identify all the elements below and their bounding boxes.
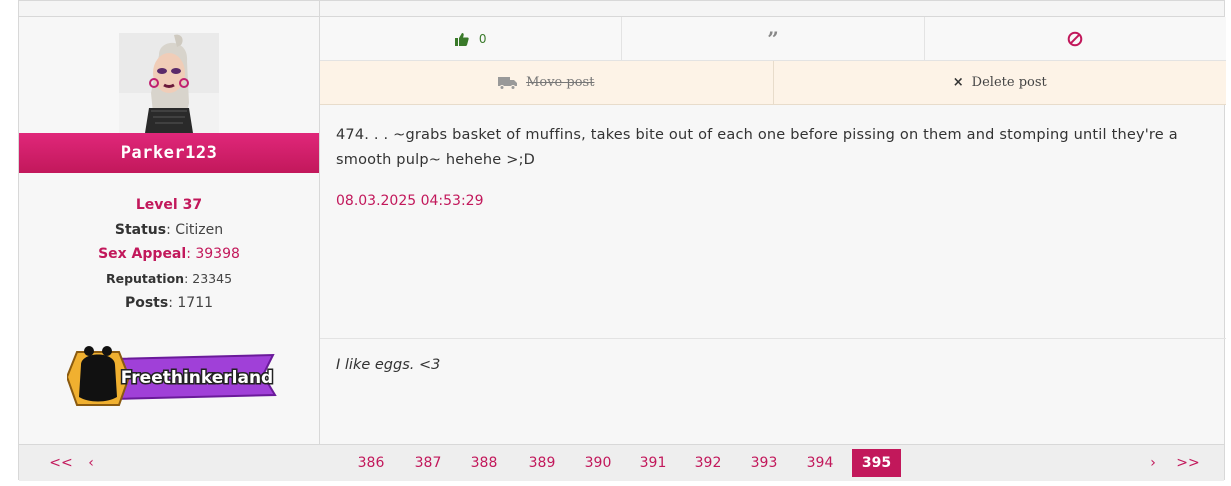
block-icon — [1068, 31, 1083, 46]
thumbs-up-icon — [454, 32, 469, 46]
previous-post-edge — [19, 1, 1224, 17]
sex-appeal-value: 39398 — [195, 246, 240, 262]
page-link[interactable]: 394 — [799, 449, 841, 477]
post-panel: 0 ” Move post × Delete post 474. . . ~gr… — [320, 17, 1226, 444]
username[interactable]: Parker123 — [121, 143, 218, 163]
user-panel: Parker123 Level 37 Status: Citizen Sex A… — [19, 17, 320, 444]
user-stats: Level 37 Status: Citizen Sex Appeal: 393… — [19, 193, 319, 316]
page-link[interactable]: 392 — [687, 449, 729, 477]
truck-icon — [498, 76, 518, 90]
posts-value: 1711 — [177, 295, 214, 311]
report-button[interactable] — [925, 17, 1226, 60]
posts-label: Posts — [124, 295, 169, 311]
moderation-bar: Move post × Delete post — [320, 61, 1226, 105]
user-level: Level 37 — [135, 197, 203, 213]
page-link[interactable]: 390 — [577, 449, 619, 477]
post-body: 474. . . ~grabs basket of muffins, takes… — [320, 105, 1226, 339]
reputation-label: Reputation — [105, 270, 185, 286]
current-page[interactable]: 395 — [852, 449, 901, 477]
group-badge-text: Freethinkerland — [121, 368, 273, 388]
move-post-label: Move post — [526, 75, 595, 90]
username-bar[interactable]: Parker123 — [19, 133, 319, 173]
avatar-image — [119, 33, 219, 133]
delete-post-label: Delete post — [971, 75, 1047, 90]
user-reputation: Reputation: 23345 — [105, 270, 233, 286]
post-date: 08.03.2025 04:53:29 — [336, 193, 484, 209]
page-link[interactable]: 388 — [463, 449, 505, 477]
next-page-link[interactable]: › — [1143, 449, 1163, 477]
move-post-button[interactable]: Move post — [320, 61, 774, 104]
pagination: << ‹ 386 387 388 389 390 391 392 393 394… — [19, 444, 1224, 481]
delete-post-button[interactable]: × Delete post — [774, 61, 1227, 104]
forum-post: Parker123 Level 37 Status: Citizen Sex A… — [18, 0, 1226, 481]
sex-appeal-label: Sex Appeal — [98, 246, 187, 262]
user-posts: Posts: 1711 — [124, 295, 214, 311]
quote-icon: ” — [767, 26, 779, 51]
page-link[interactable]: 393 — [743, 449, 785, 477]
last-page-link[interactable]: >> — [1175, 449, 1201, 477]
user-status: Status: Citizen — [114, 221, 224, 238]
status-value: Citizen — [175, 221, 224, 238]
quote-button[interactable]: ” — [622, 17, 925, 60]
page-link[interactable]: 387 — [407, 449, 449, 477]
reputation-value: 23345 — [192, 270, 233, 286]
status-label: Status — [114, 221, 167, 238]
close-icon: × — [952, 75, 964, 90]
like-button[interactable]: 0 — [320, 17, 623, 60]
user-sex-appeal: Sex Appeal: 39398 — [98, 246, 240, 262]
post-message: 474. . . ~grabs basket of muffins, takes… — [336, 127, 1178, 168]
page-link[interactable]: 391 — [632, 449, 674, 477]
page-link[interactable]: 389 — [521, 449, 563, 477]
post-signature: I like eggs. <3 — [336, 357, 441, 373]
group-badge[interactable]: Freethinkerland — [65, 337, 277, 412]
avatar[interactable] — [119, 33, 219, 133]
post-actions: 0 ” — [320, 17, 1226, 61]
first-page-link[interactable]: << — [49, 449, 73, 477]
prev-page-link[interactable]: ‹ — [81, 449, 101, 477]
like-count: 0 — [478, 31, 487, 46]
page-link[interactable]: 386 — [350, 449, 392, 477]
group-badge-image: Freethinkerland — [65, 346, 277, 406]
